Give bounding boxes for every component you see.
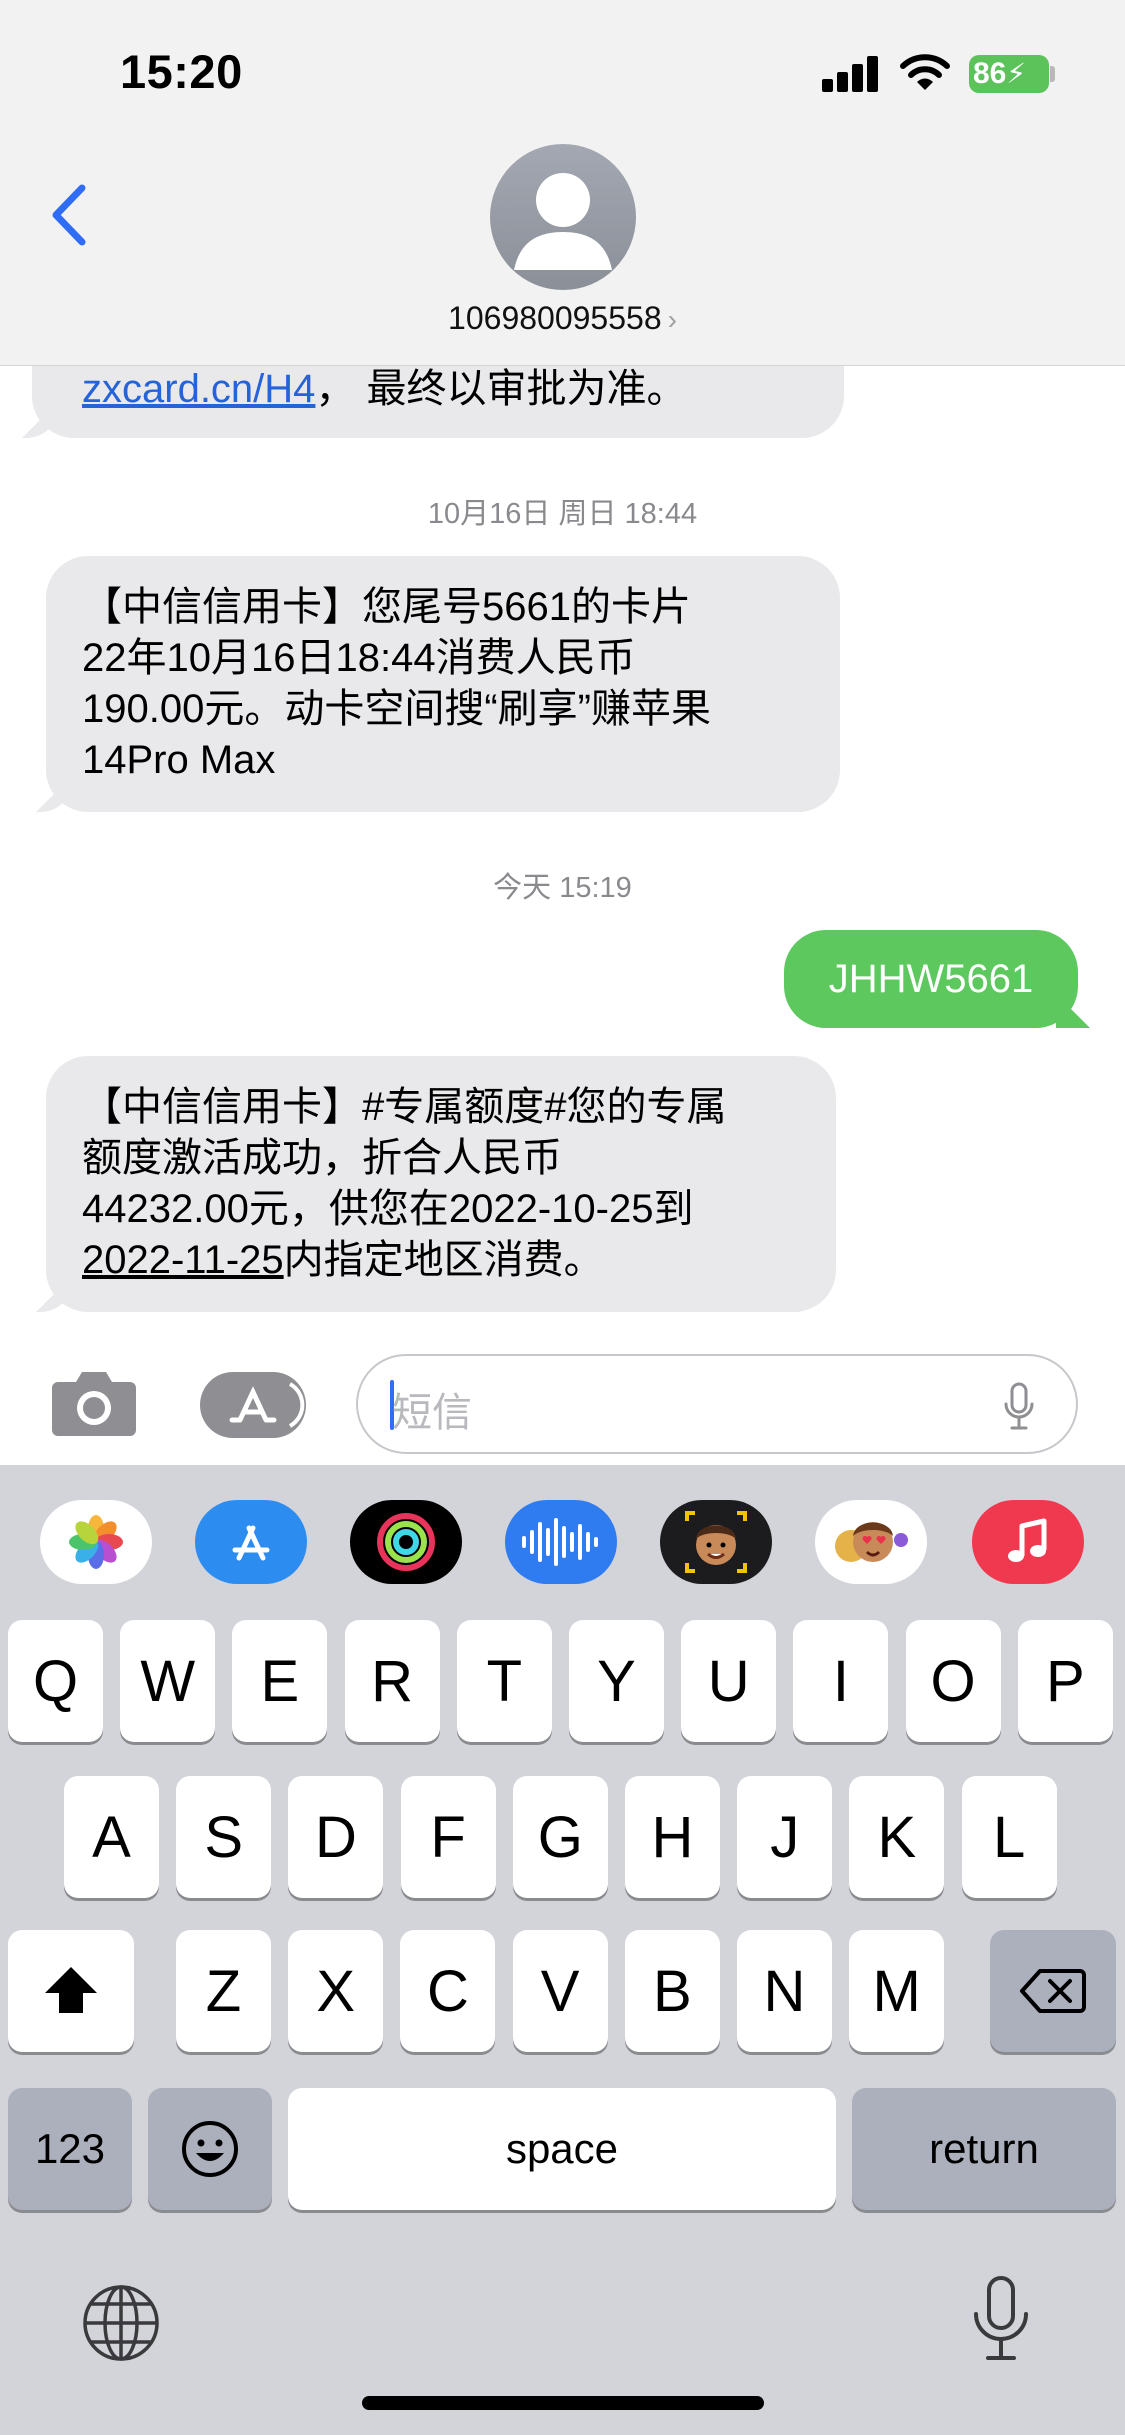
dictation-mic-icon[interactable]: [1002, 1382, 1036, 1432]
message-input[interactable]: 短信: [356, 1354, 1078, 1454]
message-line: 22年10月16日18:44消费人民币: [82, 636, 636, 680]
message-line: 14Pro Max: [82, 738, 276, 782]
contact-avatar[interactable]: [490, 144, 636, 290]
key-u[interactable]: U: [681, 1620, 777, 1742]
memoji-icon[interactable]: [660, 1500, 772, 1584]
key-q[interactable]: Q: [8, 1620, 103, 1742]
wifi-icon: [900, 54, 950, 90]
numbers-key[interactable]: 123: [8, 2088, 132, 2210]
backspace-key[interactable]: [990, 1930, 1116, 2052]
message-line: 44232.00元，供您在2022-10-25到: [82, 1187, 694, 1231]
space-key[interactable]: space: [288, 2088, 836, 2210]
message-bubble-outgoing[interactable]: JHHW5661: [784, 930, 1078, 1028]
activity-rings-icon: [377, 1513, 435, 1571]
conversation-header: 15:20 86⚡ 106980095558 ›: [0, 0, 1125, 366]
audio-message-icon[interactable]: [505, 1500, 617, 1584]
music-note-icon: [1008, 1518, 1047, 1562]
music-icon[interactable]: [972, 1500, 1084, 1584]
emoji-smiley-icon: [182, 2121, 238, 2177]
message-line: 额度激活成功，折合人民币: [82, 1136, 562, 1180]
message-line: 190.00元。动卡空间搜“刷享”赚苹果: [82, 687, 711, 731]
key-a[interactable]: A: [64, 1776, 159, 1898]
apps-button[interactable]: [200, 1372, 306, 1438]
message-date-link[interactable]: 2022-11-25: [82, 1238, 284, 1282]
message-line: 【中信信用卡】#专属额度#您的专属: [82, 1085, 727, 1129]
back-chevron-icon[interactable]: [44, 180, 94, 250]
chevron-right-icon: ›: [667, 304, 677, 335]
photos-flower-icon: [69, 1515, 123, 1569]
waveform-icon: [522, 1518, 598, 1566]
app-store-icon[interactable]: [195, 1500, 307, 1584]
key-e[interactable]: E: [232, 1620, 328, 1742]
key-k[interactable]: K: [849, 1776, 945, 1898]
delete-icon: [1020, 1969, 1086, 2013]
return-key[interactable]: return: [852, 2088, 1116, 2210]
person-silhouette-icon: [514, 173, 612, 270]
globe-icon[interactable]: [80, 2282, 162, 2364]
timestamp: 10月16日 周日 18:44: [427, 498, 698, 530]
key-r[interactable]: R: [344, 1620, 440, 1742]
charging-bolt-icon: ⚡: [1006, 58, 1027, 89]
key-z[interactable]: Z: [176, 1930, 271, 2052]
contact-number: 106980095558: [448, 300, 662, 336]
key-j[interactable]: J: [737, 1776, 833, 1898]
message-line: 【中信信用卡】您尾号5661的卡片: [82, 585, 691, 629]
cellular-signal-icon: [822, 56, 880, 92]
sticker-faces-icon: [835, 1522, 908, 1562]
message-bubble-incoming[interactable]: 【中信信用卡】您尾号5661的卡片 22年10月16日18:44消费人民币 19…: [46, 556, 840, 812]
key-f[interactable]: F: [400, 1776, 496, 1898]
dictation-mic-icon[interactable]: [970, 2274, 1032, 2366]
message-link[interactable]: zxcard.cn/H4: [82, 367, 315, 411]
battery-level: 86: [973, 57, 1007, 90]
shift-arrow-icon: [45, 1967, 97, 2013]
battery-cap: [1050, 66, 1055, 82]
message-text: JHHW5661: [828, 956, 1034, 1001]
key-o[interactable]: O: [905, 1620, 1001, 1742]
key-g[interactable]: G: [512, 1776, 608, 1898]
key-b[interactable]: B: [624, 1930, 720, 2052]
photos-icon[interactable]: [40, 1500, 152, 1584]
timestamp: 今天 15:19: [493, 872, 632, 904]
message-bubble-incoming[interactable]: 【中信信用卡】#专属额度#您的专属 额度激活成功，折合人民币 44232.00元…: [46, 1056, 836, 1312]
key-w[interactable]: W: [120, 1620, 216, 1742]
key-d[interactable]: D: [288, 1776, 384, 1898]
key-c[interactable]: C: [400, 1930, 496, 2052]
contact-name-row[interactable]: 106980095558 ›: [0, 300, 1125, 337]
camera-icon[interactable]: [50, 1366, 138, 1438]
message-text: ， 最终以审批为准。: [315, 367, 687, 411]
key-v[interactable]: V: [512, 1930, 608, 2052]
key-p[interactable]: P: [1017, 1620, 1113, 1742]
key-t[interactable]: T: [456, 1620, 552, 1742]
key-l[interactable]: L: [961, 1776, 1057, 1898]
key-m[interactable]: M: [849, 1930, 945, 2052]
message-text: 内指定地区消费。: [283, 1238, 604, 1282]
key-y[interactable]: Y: [569, 1620, 664, 1742]
app-store-glyph: [232, 1525, 270, 1561]
key-x[interactable]: X: [288, 1930, 384, 2052]
key-n[interactable]: N: [737, 1930, 832, 2052]
key-s[interactable]: S: [176, 1776, 272, 1898]
memoji-stickers-icon[interactable]: [815, 1500, 927, 1584]
key-h[interactable]: H: [625, 1776, 720, 1898]
activity-icon[interactable]: [350, 1500, 462, 1584]
battery-icon: 86⚡: [969, 55, 1049, 93]
message-placeholder: 短信: [392, 1391, 472, 1435]
home-indicator: [362, 2396, 764, 2410]
app-store-icon: [229, 1382, 305, 1428]
status-time: 15:20: [120, 45, 243, 98]
key-i[interactable]: I: [793, 1620, 889, 1742]
emoji-key[interactable]: [148, 2088, 272, 2210]
memoji-face-icon: [685, 1511, 747, 1573]
shift-key[interactable]: [8, 1930, 134, 2052]
